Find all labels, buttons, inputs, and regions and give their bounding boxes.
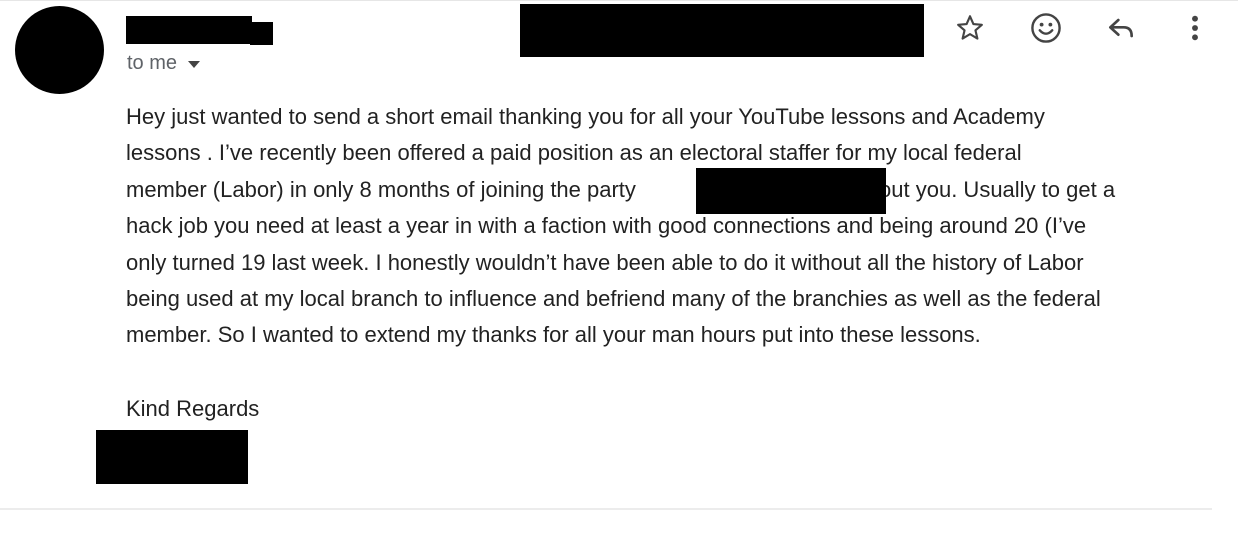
message-line: member (Labor) in only 8 months of joini…	[126, 172, 1216, 208]
redacted-signature	[96, 430, 248, 484]
message-line: member. So I wanted to extend my thanks …	[126, 322, 981, 348]
message-body: Hey just wanted to send a short email th…	[126, 99, 1216, 354]
redacted-sender-name	[126, 16, 252, 44]
smiley-icon	[1031, 13, 1061, 43]
reply-button[interactable]	[1101, 8, 1141, 48]
top-divider	[0, 0, 1238, 1]
signoff: Kind Regards	[126, 396, 260, 421]
message-line: hack job you need at least a year in wit…	[126, 213, 1087, 239]
star-button[interactable]	[950, 8, 990, 48]
redacted-date	[520, 4, 924, 57]
vertical-ellipsis-icon	[1192, 15, 1198, 41]
message-line: only turned 19 last week. I honestly wou…	[126, 249, 1084, 275]
star-icon	[957, 15, 983, 40]
message-line: lessons . I’ve recently been offered a p…	[126, 140, 1022, 166]
chevron-down-icon[interactable]	[188, 61, 201, 68]
recipient-details-toggle[interactable]: to me	[127, 52, 201, 75]
reply-icon	[1109, 18, 1133, 38]
message-line: being used at my local branch to influen…	[126, 286, 1101, 312]
more-options-button[interactable]	[1175, 8, 1215, 48]
redacted-inline-text	[696, 168, 886, 214]
add-reaction-button[interactable]	[1026, 8, 1066, 48]
recipient-label: to me	[127, 52, 178, 74]
bottom-divider	[0, 508, 1212, 510]
message-line: Hey just wanted to send a short email th…	[126, 104, 1045, 129]
message-fragment: member (Labor) in only 8 months of joini…	[126, 176, 636, 202]
sender-avatar[interactable]	[15, 6, 104, 94]
redacted-sender-name-tail	[250, 22, 273, 45]
